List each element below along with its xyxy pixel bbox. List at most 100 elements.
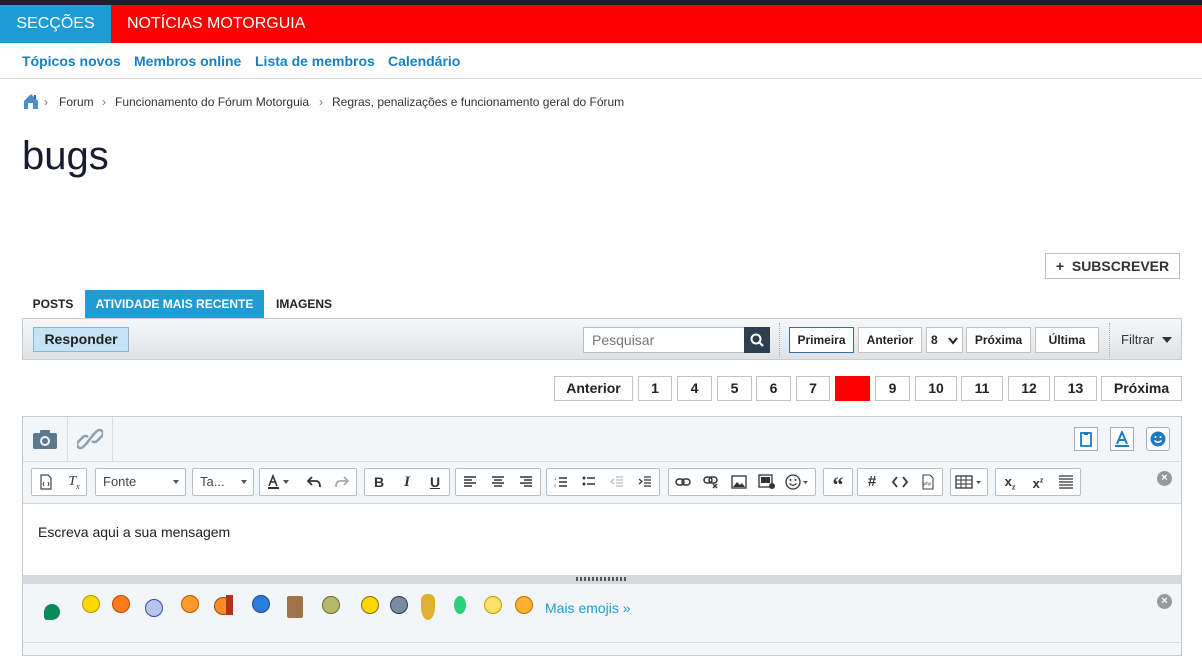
pagination-page[interactable]: 10 <box>915 376 957 401</box>
emoji-icon[interactable] <box>421 594 435 620</box>
online-members-link[interactable]: Membros online <box>134 53 241 69</box>
emoji-icon[interactable] <box>252 595 270 613</box>
tab-posts[interactable]: POSTS <box>22 290 84 318</box>
calendar-link[interactable]: Calendário <box>388 53 460 69</box>
more-emojis-link[interactable]: Mais emojis » <box>545 600 631 616</box>
hashtag-button[interactable]: # <box>858 469 886 495</box>
outdent-icon <box>610 476 623 487</box>
pagination-current-page[interactable]: 8 <box>835 376 870 401</box>
pagination-page[interactable]: 11 <box>961 376 1003 401</box>
resize-grip-icon <box>576 577 628 581</box>
breadcrumb-subforum[interactable]: Regras, penalizações e funcionamento ger… <box>332 95 624 109</box>
indent-button[interactable] <box>631 469 659 495</box>
undo-button[interactable] <box>300 469 328 495</box>
font-select[interactable]: Fonte <box>96 469 185 495</box>
emoji-icon[interactable] <box>361 596 379 614</box>
emoji-icon[interactable] <box>287 596 303 618</box>
text-format-button[interactable] <box>1110 427 1134 451</box>
size-select[interactable]: Ta... <box>193 469 253 495</box>
subscript-button[interactable]: xz <box>996 469 1024 495</box>
code-button[interactable] <box>886 469 914 495</box>
close-emojis-icon[interactable]: × <box>1157 594 1172 609</box>
emoji-icon[interactable] <box>226 595 233 615</box>
member-list-link[interactable]: Lista de membros <box>255 53 375 69</box>
emoji-icon[interactable] <box>322 596 340 614</box>
sections-menu-button[interactable]: SECÇÕES <box>0 5 111 43</box>
page-select[interactable]: 8 <box>926 327 963 353</box>
emoji-bar: Mais emojis » × <box>23 584 1181 643</box>
search-button[interactable] <box>744 327 770 353</box>
outdent-button[interactable] <box>603 469 631 495</box>
editor-resize-handle[interactable] <box>23 575 1181 584</box>
next-page-button[interactable]: Próxima <box>966 327 1031 353</box>
emoji-icon[interactable] <box>44 604 60 620</box>
numbered-list-button[interactable]: 12 <box>547 469 575 495</box>
prev-page-button[interactable]: Anterior <box>858 327 922 353</box>
paste-button[interactable] <box>1074 427 1098 451</box>
unlink-icon <box>703 476 718 489</box>
emoji-icon[interactable] <box>390 596 408 614</box>
redo-icon <box>335 476 350 488</box>
emoji-icon[interactable] <box>181 595 199 613</box>
link-attach-button[interactable] <box>68 417 113 461</box>
pagination-page[interactable]: 6 <box>756 376 791 401</box>
bold-button[interactable]: B <box>365 469 393 495</box>
pagination-prev-button[interactable]: Anterior <box>554 376 633 401</box>
align-center-button[interactable] <box>484 469 512 495</box>
emoji-icon[interactable] <box>454 596 466 614</box>
font-color-icon <box>1115 431 1129 447</box>
home-icon[interactable] <box>22 92 40 110</box>
pagination-page[interactable]: 4 <box>677 376 712 401</box>
news-link[interactable]: NOTÍCIAS MOTORGUIA <box>127 5 305 43</box>
text-color-button[interactable] <box>260 469 298 495</box>
pagination-page[interactable]: 9 <box>875 376 910 401</box>
emoji-icon[interactable] <box>112 595 130 613</box>
search-input[interactable] <box>583 327 745 353</box>
insert-table-button[interactable] <box>951 469 987 495</box>
align-right-button[interactable] <box>512 469 540 495</box>
pagination-page[interactable]: 7 <box>796 376 830 401</box>
page-title: bugs <box>22 134 109 178</box>
insert-image-button[interactable] <box>725 469 753 495</box>
horizontal-rule-button[interactable] <box>1052 469 1080 495</box>
filter-menu[interactable]: Filtrar <box>1121 332 1172 347</box>
photo-upload-button[interactable] <box>23 417 68 461</box>
reply-button[interactable]: Responder <box>33 327 129 352</box>
camera-icon <box>33 430 57 449</box>
subscribe-button[interactable]: + SUBSCREVER <box>1045 253 1180 279</box>
message-textarea[interactable]: Escreva aqui a sua mensagem <box>23 503 1181 575</box>
pagination-page[interactable]: 13 <box>1054 376 1097 401</box>
pagination-next-button[interactable]: Próxima <box>1101 376 1182 401</box>
redo-button[interactable] <box>328 469 356 495</box>
pagination-page[interactable]: 5 <box>717 376 752 401</box>
bullet-list-button[interactable] <box>575 469 603 495</box>
first-page-button[interactable]: Primeira <box>789 327 854 353</box>
emoji-icon[interactable] <box>515 596 533 614</box>
last-page-button[interactable]: Última <box>1035 327 1099 353</box>
new-topics-link[interactable]: Tópicos novos <box>22 53 121 69</box>
close-toolbar-icon[interactable]: × <box>1157 471 1172 486</box>
search-icon <box>750 333 764 347</box>
emoji-icon[interactable] <box>82 595 100 613</box>
emoji-icon[interactable] <box>484 596 502 614</box>
superscript-button[interactable]: xz <box>1024 469 1052 495</box>
tab-images[interactable]: IMAGENS <box>265 290 343 318</box>
insert-video-button[interactable] <box>753 469 781 495</box>
breadcrumb-forum[interactable]: Forum <box>59 95 94 109</box>
unlink-button[interactable] <box>697 469 725 495</box>
insert-link-button[interactable] <box>669 469 697 495</box>
source-button[interactable] <box>32 469 60 495</box>
breadcrumb-category[interactable]: Funcionamento do Fórum Motorguia <box>115 95 309 109</box>
underline-button[interactable]: U <box>421 469 449 495</box>
pagination-page[interactable]: 12 <box>1008 376 1050 401</box>
emoji-icon[interactable] <box>145 599 163 617</box>
pagination-page[interactable]: 1 <box>638 376 672 401</box>
quote-button[interactable]: “ <box>824 469 852 497</box>
tab-latest-activity[interactable]: ATIVIDADE MAIS RECENTE <box>85 290 264 318</box>
emoticon-menu-button[interactable] <box>781 469 815 495</box>
php-button[interactable]: php <box>914 469 942 495</box>
italic-button[interactable]: I <box>393 469 421 495</box>
align-left-button[interactable] <box>456 469 484 495</box>
emoji-button[interactable] <box>1146 427 1170 451</box>
remove-format-button[interactable]: Tx <box>60 469 88 495</box>
